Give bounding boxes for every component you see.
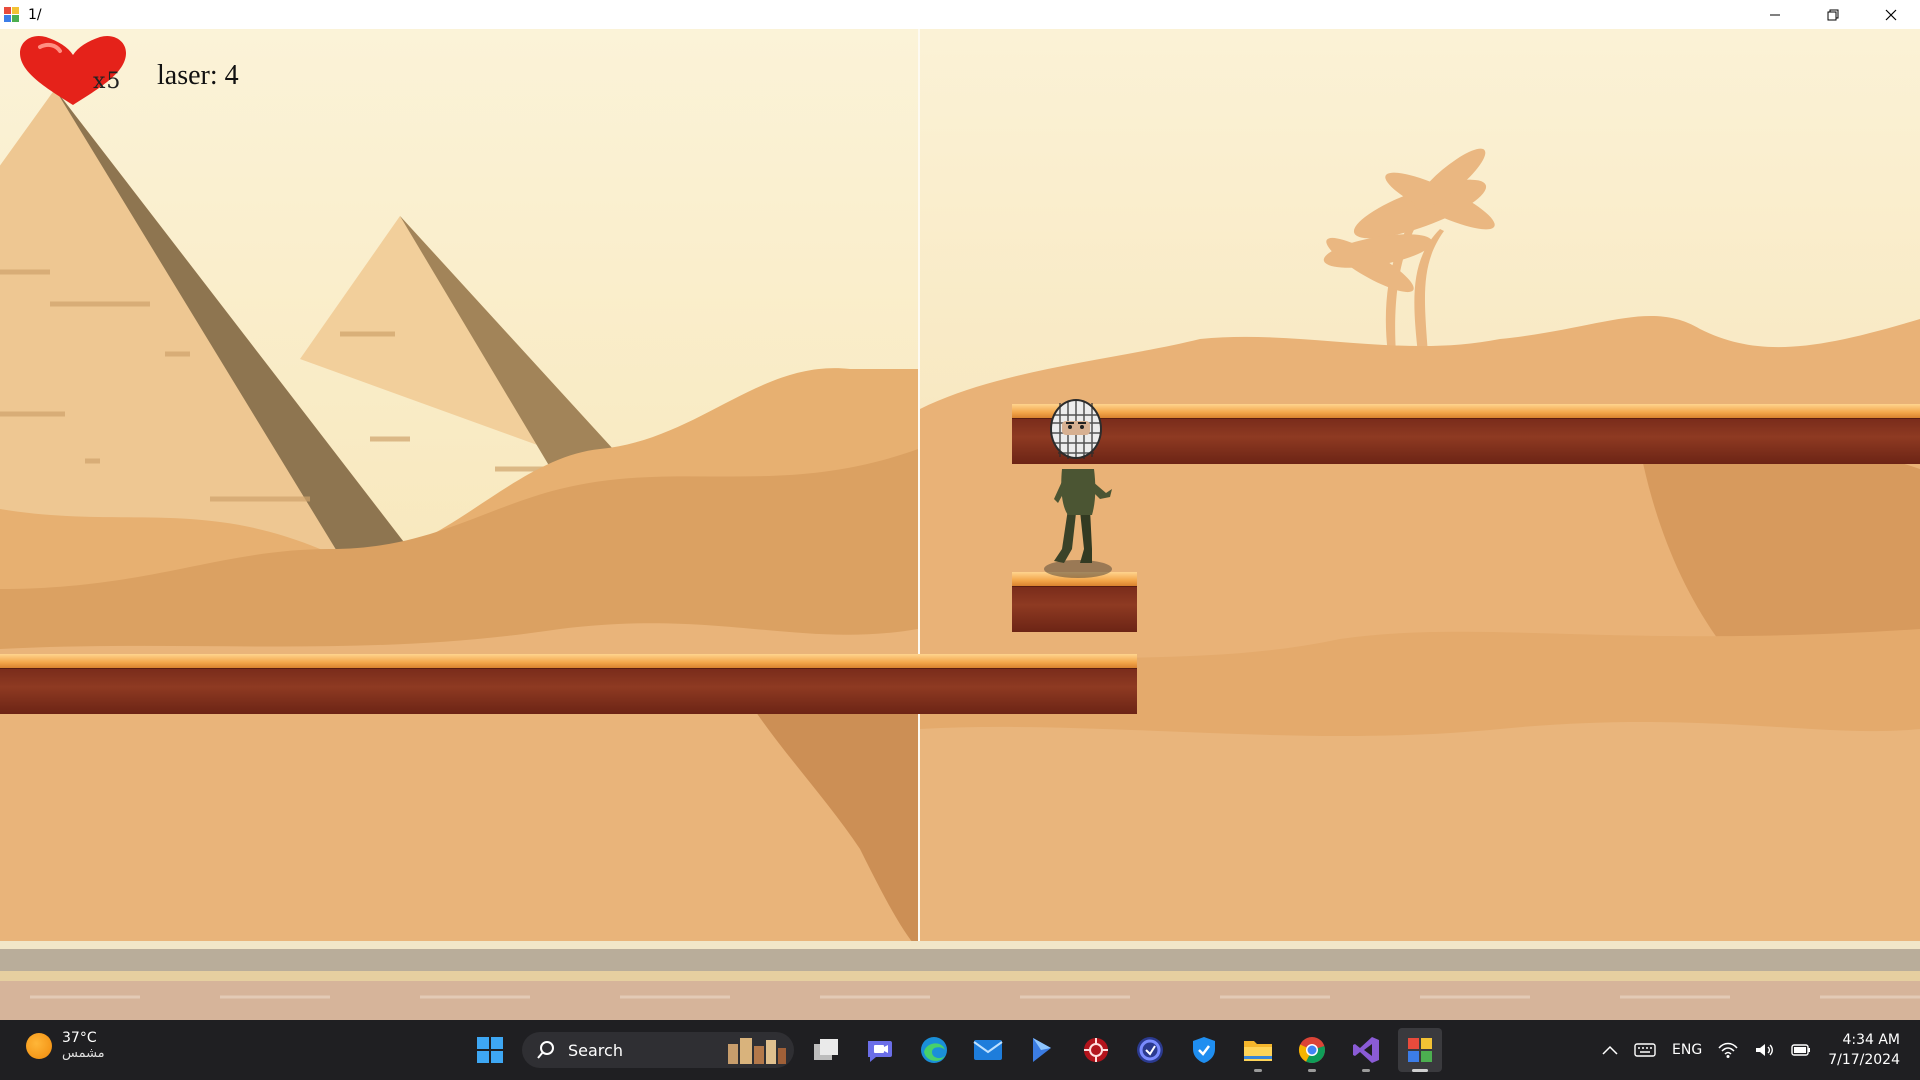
sun-icon — [26, 1032, 52, 1059]
language-indicator[interactable]: ENG — [1672, 1042, 1702, 1058]
file-explorer-button[interactable] — [1236, 1028, 1280, 1072]
teams-icon — [868, 1041, 892, 1062]
weather-temperature: 37°C — [62, 1030, 97, 1046]
volume-icon[interactable] — [1754, 1042, 1774, 1058]
antivirus-icon — [1084, 1038, 1108, 1062]
minimize-button[interactable] — [1746, 0, 1804, 29]
chevron-up-icon[interactable] — [1602, 1045, 1618, 1055]
taskbar-search[interactable]: Search — [522, 1032, 794, 1068]
platform-upper-right — [1012, 404, 1920, 464]
system-tray: ENG 4:34 AM 7/17/2024 — [1602, 1020, 1900, 1080]
teams-button[interactable] — [858, 1028, 902, 1072]
task-view-button[interactable] — [804, 1028, 848, 1072]
edge-icon — [921, 1037, 947, 1063]
restore-button[interactable] — [1804, 0, 1862, 29]
close-icon — [1885, 9, 1897, 20]
visual-studio-button[interactable] — [1344, 1028, 1388, 1072]
search-icon — [537, 1041, 554, 1059]
keyboard-icon[interactable] — [1634, 1042, 1656, 1058]
close-button[interactable] — [1862, 0, 1920, 29]
clock-date: 7/17/2024 — [1828, 1052, 1900, 1068]
game-app-button[interactable] — [1398, 1028, 1442, 1072]
search-label: Search — [568, 1040, 623, 1060]
platform-ground-left — [0, 654, 1137, 714]
search-highlight-icon — [728, 1038, 786, 1064]
game-canvas[interactable]: x5 laser: 4 — [0, 29, 1920, 1020]
copilot-button[interactable] — [1020, 1028, 1064, 1072]
mail-icon — [973, 1040, 1003, 1060]
lives-count: x5 — [93, 69, 122, 94]
antivirus-button[interactable] — [1074, 1028, 1118, 1072]
chrome-button[interactable] — [1290, 1028, 1334, 1072]
start-button[interactable] — [468, 1028, 512, 1072]
app-icon — [4, 6, 20, 23]
taskbar-apps: Search — [468, 1028, 1442, 1072]
windows-start-icon — [477, 1037, 503, 1063]
copilot-icon — [1033, 1038, 1051, 1062]
chrome-icon — [1298, 1037, 1325, 1064]
clock[interactable]: 4:34 AM 7/17/2024 — [1828, 1030, 1900, 1070]
edge-button[interactable] — [912, 1028, 956, 1072]
app-button[interactable] — [1128, 1028, 1172, 1072]
game-app-icon — [1408, 1038, 1432, 1062]
shield-icon — [1193, 1037, 1215, 1063]
folder-icon — [1244, 1041, 1272, 1061]
restore-icon — [1827, 9, 1839, 20]
clock-time: 4:34 AM — [1842, 1032, 1900, 1048]
task-view-icon — [814, 1039, 838, 1060]
minimize-icon — [1770, 14, 1780, 15]
window-title: 1/ — [28, 6, 42, 23]
platform-small-block — [1012, 572, 1137, 632]
window-titlebar: 1/ — [0, 0, 1920, 29]
battery-icon[interactable] — [1790, 1042, 1812, 1058]
taskbar: 37°C مشمس Search ENG 4:34 AM 7/17/2024 — [0, 1020, 1920, 1080]
app-icon — [1137, 1037, 1163, 1063]
defender-button[interactable] — [1182, 1028, 1226, 1072]
weather-widget[interactable]: 37°C مشمس — [26, 1030, 105, 1061]
wifi-icon[interactable] — [1718, 1042, 1738, 1058]
mail-button[interactable] — [966, 1028, 1010, 1072]
weather-description: مشمس — [62, 1046, 105, 1061]
player-character — [1044, 399, 1112, 578]
visual-studio-icon — [1353, 1037, 1379, 1063]
window-controls — [1746, 0, 1920, 29]
laser-count: laser: 4 — [157, 60, 239, 91]
desert-background — [0, 29, 1920, 1020]
